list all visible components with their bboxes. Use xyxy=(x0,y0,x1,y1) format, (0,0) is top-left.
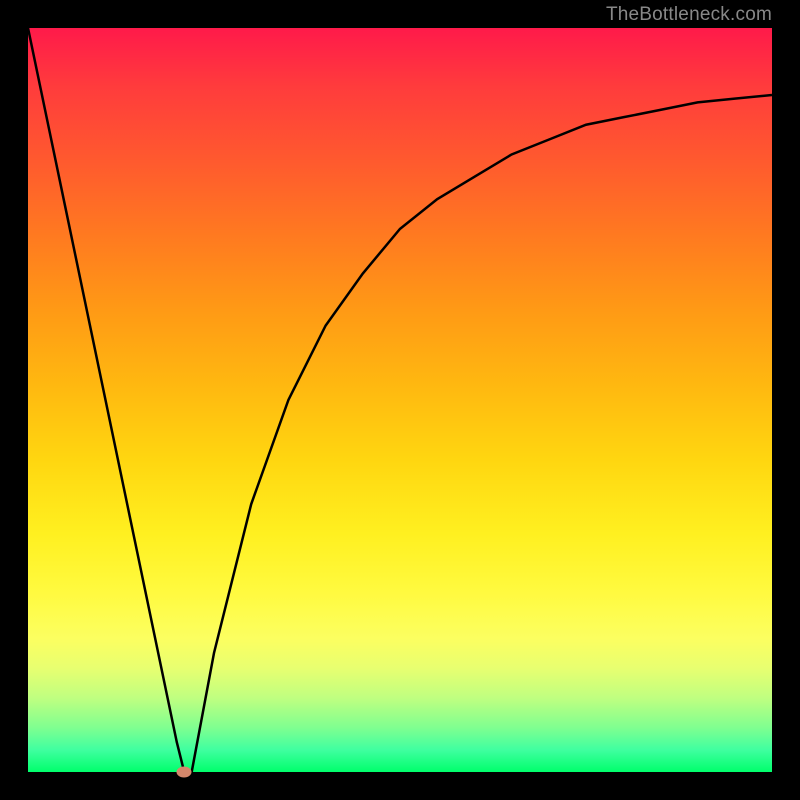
chart-area xyxy=(28,28,772,772)
curve-svg xyxy=(28,28,772,772)
optimal-marker xyxy=(177,767,192,778)
watermark-text: TheBottleneck.com xyxy=(606,4,772,26)
bottleneck-curve xyxy=(28,28,772,772)
